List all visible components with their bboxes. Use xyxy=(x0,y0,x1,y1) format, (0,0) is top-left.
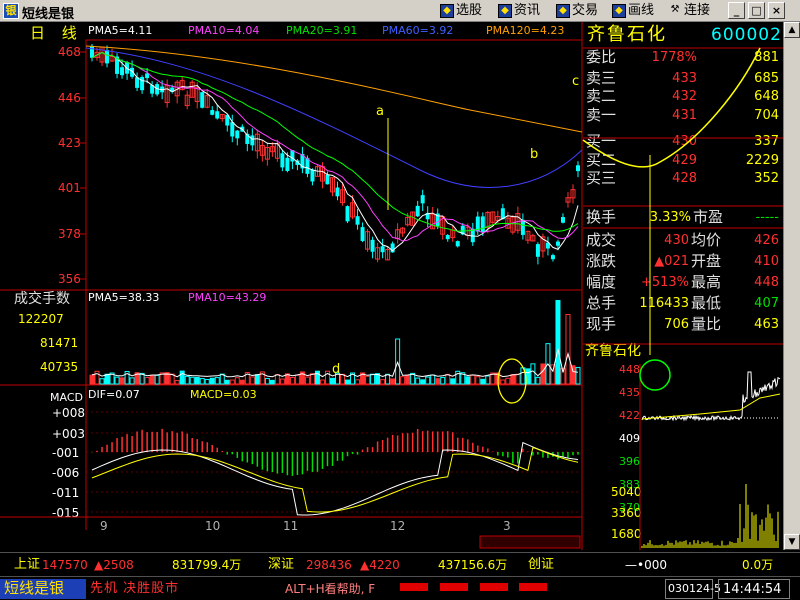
order-row-label: 卖一 xyxy=(586,105,617,124)
stock-code: 600002 xyxy=(711,25,782,45)
order-row-price: 432 xyxy=(672,89,697,104)
stock-name: 齐鲁石化 xyxy=(587,24,667,45)
sz-amount: 437156.6万 xyxy=(438,558,508,572)
intraday-title: 齐鲁石化 xyxy=(585,343,641,359)
sh-label: 上证 xyxy=(14,557,41,572)
stat-label: 现手 xyxy=(586,315,617,333)
order-row-price: 429 xyxy=(672,152,697,168)
intraday-price-tick: 435 xyxy=(619,386,640,399)
intraday-price-tick: 448 xyxy=(619,363,640,376)
pe-label: 市盈 xyxy=(693,208,724,226)
help-hint: ALT+H看帮助, F xyxy=(285,582,376,596)
order-row-label: 买二 xyxy=(586,150,617,169)
order-row-price: 433 xyxy=(672,70,697,86)
order-row-volume: 337 xyxy=(754,134,779,149)
stat-label: 成交 xyxy=(586,231,617,249)
candlestick-series xyxy=(90,43,580,265)
order-row-label: 委比 xyxy=(586,48,617,66)
sh-amount: 831799.4万 xyxy=(172,558,242,572)
vertical-scrollbar[interactable]: ▲ ▼ xyxy=(783,22,800,550)
kline-frame xyxy=(85,39,583,291)
order-row-volume: 881 xyxy=(754,50,779,65)
stat-label: 开盘 xyxy=(691,252,722,270)
order-row-volume: 648 xyxy=(754,89,779,104)
stat-value: 430 xyxy=(664,233,689,248)
stat-value: 407 xyxy=(754,296,779,311)
order-row-volume: 704 xyxy=(754,107,779,123)
clock: 14:44:54 xyxy=(718,579,790,599)
intraday-volume-tick: 3360 xyxy=(611,506,642,520)
intraday-price-tick: 396 xyxy=(619,455,640,468)
quote-panel: 齐鲁石化 600002 委比 1778% 881 卖三 433 685 卖二 432 648 卖一… xyxy=(583,22,783,550)
stat-value: ▲021 xyxy=(654,254,689,269)
sz-label: 深证 xyxy=(268,557,295,572)
order-row-label: 买三 xyxy=(586,169,617,187)
order-row-price: 428 xyxy=(672,171,697,186)
h-scroll-track[interactable] xyxy=(479,535,581,549)
stat-label: 量比 xyxy=(691,315,722,333)
macd-lines xyxy=(91,441,579,516)
sh-index: 147570 xyxy=(42,558,88,572)
order-row-price: 430 xyxy=(672,134,697,149)
order-row-price: 431 xyxy=(672,107,697,123)
activity-indicator xyxy=(400,581,560,597)
order-row-volume: 685 xyxy=(754,70,779,86)
stat-value: 426 xyxy=(754,233,779,248)
stat-value: 410 xyxy=(754,254,779,269)
board-label: 创证 xyxy=(528,557,555,572)
stat-value: +513% xyxy=(640,275,689,290)
order-row-label: 买一 xyxy=(586,132,617,150)
scroll-up-icon[interactable]: ▲ xyxy=(784,22,800,38)
intraday-price-tick: 409 xyxy=(619,432,640,445)
stat-value: 116433 xyxy=(639,296,689,311)
stat-value: 448 xyxy=(754,275,779,290)
turnover-label: 换手 xyxy=(586,208,617,226)
order-row-volume: 352 xyxy=(754,171,779,186)
board-change: —•000 xyxy=(625,558,667,572)
order-row-label: 卖三 xyxy=(586,68,617,87)
date-field: 030124-5 xyxy=(665,579,721,599)
stat-label: 涨跌 xyxy=(586,252,617,270)
stat-label: 均价 xyxy=(691,231,722,249)
stat-label: 最高 xyxy=(691,273,722,291)
stat-label: 总手 xyxy=(586,294,617,312)
volume-bars xyxy=(89,300,581,385)
intraday-price-tick: 422 xyxy=(619,409,640,422)
sz-change: ▲4220 xyxy=(360,558,400,572)
order-row-label: 卖二 xyxy=(586,87,617,105)
ticker-text: 先机 决胜股市 xyxy=(90,581,180,596)
intraday-volume-tick: 5040 xyxy=(611,485,642,499)
stat-value: 706 xyxy=(664,317,689,332)
sh-change: ▲2508 xyxy=(94,558,134,572)
brand-label: 短线是银 xyxy=(0,579,86,599)
stat-label: 幅度 xyxy=(586,273,617,291)
stat-label: 最低 xyxy=(691,294,722,312)
order-row-volume: 2229 xyxy=(745,152,779,168)
board-amount: 0.0万 xyxy=(742,558,774,572)
turnover-value: 3.33% xyxy=(649,210,691,225)
index-status-bar: 上证 147570 ▲2508 831799.4万 深证 298436 ▲422… xyxy=(0,552,800,576)
intraday-volume-tick: 1680 xyxy=(611,527,642,541)
stat-value: 463 xyxy=(754,317,779,332)
scroll-down-icon[interactable]: ▼ xyxy=(784,534,800,550)
pe-value: ----- xyxy=(755,210,779,225)
order-row-price: 1778% xyxy=(651,50,697,65)
footer-bar: 短线是银 先机 决胜股市 ALT+H看帮助, F 030124-5 14:44:… xyxy=(0,576,800,600)
sz-index: 298436 xyxy=(306,558,352,572)
macd-histogram xyxy=(91,428,579,476)
